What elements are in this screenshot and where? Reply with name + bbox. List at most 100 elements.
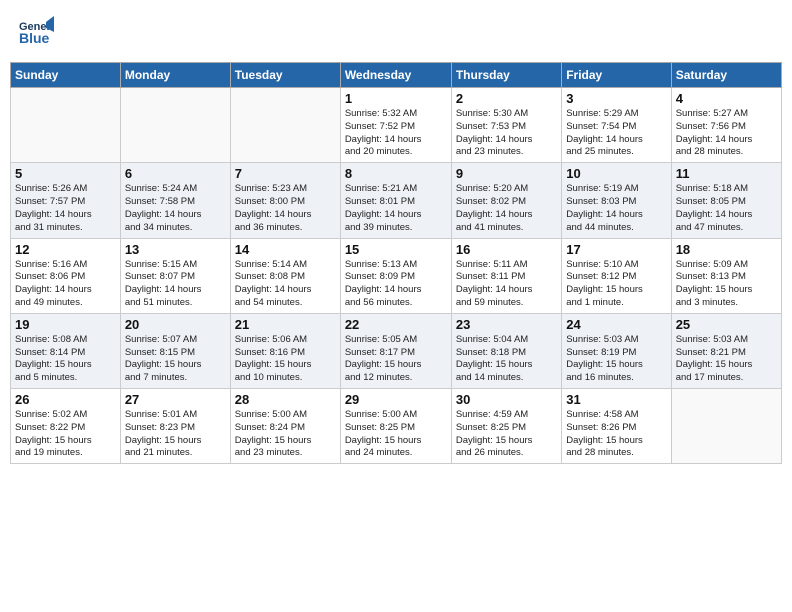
day-info: Sunrise: 5:11 AM Sunset: 8:11 PM Dayligh… [456, 259, 557, 310]
calendar-empty-cell [671, 389, 781, 464]
day-info: Sunrise: 5:16 AM Sunset: 8:06 PM Dayligh… [15, 259, 116, 310]
day-number: 14 [235, 242, 336, 257]
calendar-day-3: 3 Sunrise: 5:29 AM Sunset: 7:54 PM Daylig… [562, 88, 671, 163]
day-info: Sunrise: 5:14 AM Sunset: 8:08 PM Dayligh… [235, 259, 336, 310]
day-number: 26 [15, 392, 116, 407]
weekday-header-friday: Friday [562, 63, 671, 88]
calendar-day-28: 28 Sunrise: 5:00 AM Sunset: 8:24 PM Dayli… [230, 389, 340, 464]
day-number: 17 [566, 242, 666, 257]
calendar-day-24: 24Sunrise: 5:03 AM Sunset: 8:19 PM Dayli… [562, 313, 671, 388]
calendar-day-30: 30 Sunrise: 4:59 AM Sunset: 8:25 PM Dayli… [451, 389, 561, 464]
calendar-day-2: 2Sunrise: 5:30 AM Sunset: 7:53 PM Daylig… [451, 88, 561, 163]
day-info: Sunrise: 5:29 AM Sunset: 7:54 PM Dayligh… [566, 108, 666, 159]
svg-text:Blue: Blue [19, 30, 50, 46]
calendar-day-6: 6Sunrise: 5:24 AM Sunset: 7:58 PM Daylig… [120, 163, 230, 238]
day-info: Sunrise: 5:00 AM Sunset: 8:25 PM Dayligh… [345, 409, 447, 460]
day-info: Sunrise: 5:27 AM Sunset: 7:56 PM Dayligh… [676, 108, 777, 159]
day-number: 23 [456, 317, 557, 332]
logo: General Blue [18, 14, 58, 50]
calendar-empty-cell [11, 88, 121, 163]
calendar-day-16: 16 Sunrise: 5:11 AM Sunset: 8:11 PM Dayli… [451, 238, 561, 313]
day-number: 9 [456, 166, 557, 181]
day-number: 13 [125, 242, 226, 257]
calendar-day-31: 31 Sunrise: 4:58 AM Sunset: 8:26 PM Dayli… [562, 389, 671, 464]
day-number: 15 [345, 242, 447, 257]
day-number: 10 [566, 166, 666, 181]
day-number: 16 [456, 242, 557, 257]
calendar-day-21: 21 Sunrise: 5:06 AM Sunset: 8:16 PM Dayli… [230, 313, 340, 388]
day-number: 11 [676, 166, 777, 181]
calendar-day-17: 17 Sunrise: 5:10 AM Sunset: 8:12 PM Dayli… [562, 238, 671, 313]
calendar-day-19: 19 Sunrise: 5:08 AM Sunset: 8:14 PM Dayli… [11, 313, 121, 388]
calendar-week-4: 19 Sunrise: 5:08 AM Sunset: 8:14 PM Dayli… [11, 313, 782, 388]
day-info: Sunrise: 5:08 AM Sunset: 8:14 PM Dayligh… [15, 334, 116, 385]
calendar-day-10: 10 Sunrise: 5:19 AM Sunset: 8:03 PM Dayli… [562, 163, 671, 238]
calendar-week-5: 26 Sunrise: 5:02 AM Sunset: 8:22 PM Dayli… [11, 389, 782, 464]
day-number: 28 [235, 392, 336, 407]
day-number: 21 [235, 317, 336, 332]
day-info: Sunrise: 5:09 AM Sunset: 8:13 PM Dayligh… [676, 259, 777, 310]
calendar-day-20: 20 Sunrise: 5:07 AM Sunset: 8:15 PM Dayli… [120, 313, 230, 388]
day-info: Sunrise: 5:07 AM Sunset: 8:15 PM Dayligh… [125, 334, 226, 385]
day-info: Sunrise: 5:32 AM Sunset: 7:52 PM Dayligh… [345, 108, 447, 159]
day-info: Sunrise: 5:13 AM Sunset: 8:09 PM Dayligh… [345, 259, 447, 310]
calendar-table: SundayMondayTuesdayWednesdayThursdayFrid… [10, 62, 782, 464]
calendar-day-27: 27 Sunrise: 5:01 AM Sunset: 8:23 PM Dayli… [120, 389, 230, 464]
logo-icon: General Blue [18, 14, 54, 50]
day-info: Sunrise: 5:06 AM Sunset: 8:16 PM Dayligh… [235, 334, 336, 385]
day-number: 18 [676, 242, 777, 257]
calendar-week-1: 1 Sunrise: 5:32 AM Sunset: 7:52 PM Daylig… [11, 88, 782, 163]
calendar-day-11: 11 Sunrise: 5:18 AM Sunset: 8:05 PM Dayli… [671, 163, 781, 238]
calendar-day-29: 29 Sunrise: 5:00 AM Sunset: 8:25 PM Dayli… [340, 389, 451, 464]
calendar-header-row: SundayMondayTuesdayWednesdayThursdayFrid… [11, 63, 782, 88]
day-info: Sunrise: 5:03 AM Sunset: 8:21 PM Dayligh… [676, 334, 777, 385]
day-number: 3 [566, 91, 666, 106]
calendar-day-7: 7 Sunrise: 5:23 AM Sunset: 8:00 PM Daylig… [230, 163, 340, 238]
day-info: Sunrise: 5:10 AM Sunset: 8:12 PM Dayligh… [566, 259, 666, 310]
calendar-day-8: 8Sunrise: 5:21 AM Sunset: 8:01 PM Daylig… [340, 163, 451, 238]
day-number: 7 [235, 166, 336, 181]
day-info: Sunrise: 5:18 AM Sunset: 8:05 PM Dayligh… [676, 183, 777, 234]
day-number: 1 [345, 91, 447, 106]
calendar-empty-cell [230, 88, 340, 163]
day-number: 2 [456, 91, 557, 106]
day-info: Sunrise: 5:24 AM Sunset: 7:58 PM Dayligh… [125, 183, 226, 234]
day-number: 31 [566, 392, 666, 407]
day-number: 12 [15, 242, 116, 257]
calendar-day-9: 9Sunrise: 5:20 AM Sunset: 8:02 PM Daylig… [451, 163, 561, 238]
calendar-day-4: 4 Sunrise: 5:27 AM Sunset: 7:56 PM Daylig… [671, 88, 781, 163]
day-info: Sunrise: 4:59 AM Sunset: 8:25 PM Dayligh… [456, 409, 557, 460]
day-number: 24 [566, 317, 666, 332]
day-info: Sunrise: 5:23 AM Sunset: 8:00 PM Dayligh… [235, 183, 336, 234]
calendar-week-3: 12 Sunrise: 5:16 AM Sunset: 8:06 PM Dayli… [11, 238, 782, 313]
calendar-empty-cell [120, 88, 230, 163]
calendar-day-23: 23Sunrise: 5:04 AM Sunset: 8:18 PM Dayli… [451, 313, 561, 388]
day-info: Sunrise: 5:01 AM Sunset: 8:23 PM Dayligh… [125, 409, 226, 460]
day-info: Sunrise: 5:26 AM Sunset: 7:57 PM Dayligh… [15, 183, 116, 234]
day-info: Sunrise: 5:19 AM Sunset: 8:03 PM Dayligh… [566, 183, 666, 234]
weekday-header-saturday: Saturday [671, 63, 781, 88]
day-number: 19 [15, 317, 116, 332]
day-number: 30 [456, 392, 557, 407]
day-number: 4 [676, 91, 777, 106]
page-header: General Blue [10, 10, 782, 54]
day-number: 27 [125, 392, 226, 407]
weekday-header-wednesday: Wednesday [340, 63, 451, 88]
calendar-day-14: 14 Sunrise: 5:14 AM Sunset: 8:08 PM Dayli… [230, 238, 340, 313]
day-number: 5 [15, 166, 116, 181]
calendar-day-12: 12 Sunrise: 5:16 AM Sunset: 8:06 PM Dayli… [11, 238, 121, 313]
day-number: 20 [125, 317, 226, 332]
day-info: Sunrise: 5:00 AM Sunset: 8:24 PM Dayligh… [235, 409, 336, 460]
day-info: Sunrise: 4:58 AM Sunset: 8:26 PM Dayligh… [566, 409, 666, 460]
weekday-header-monday: Monday [120, 63, 230, 88]
day-info: Sunrise: 5:15 AM Sunset: 8:07 PM Dayligh… [125, 259, 226, 310]
calendar-day-5: 5 Sunrise: 5:26 AM Sunset: 7:57 PM Daylig… [11, 163, 121, 238]
weekday-header-tuesday: Tuesday [230, 63, 340, 88]
day-info: Sunrise: 5:02 AM Sunset: 8:22 PM Dayligh… [15, 409, 116, 460]
calendar-day-22: 22Sunrise: 5:05 AM Sunset: 8:17 PM Dayli… [340, 313, 451, 388]
calendar-day-26: 26 Sunrise: 5:02 AM Sunset: 8:22 PM Dayli… [11, 389, 121, 464]
day-number: 25 [676, 317, 777, 332]
calendar-day-18: 18 Sunrise: 5:09 AM Sunset: 8:13 PM Dayli… [671, 238, 781, 313]
calendar-day-25: 25 Sunrise: 5:03 AM Sunset: 8:21 PM Dayli… [671, 313, 781, 388]
day-number: 29 [345, 392, 447, 407]
